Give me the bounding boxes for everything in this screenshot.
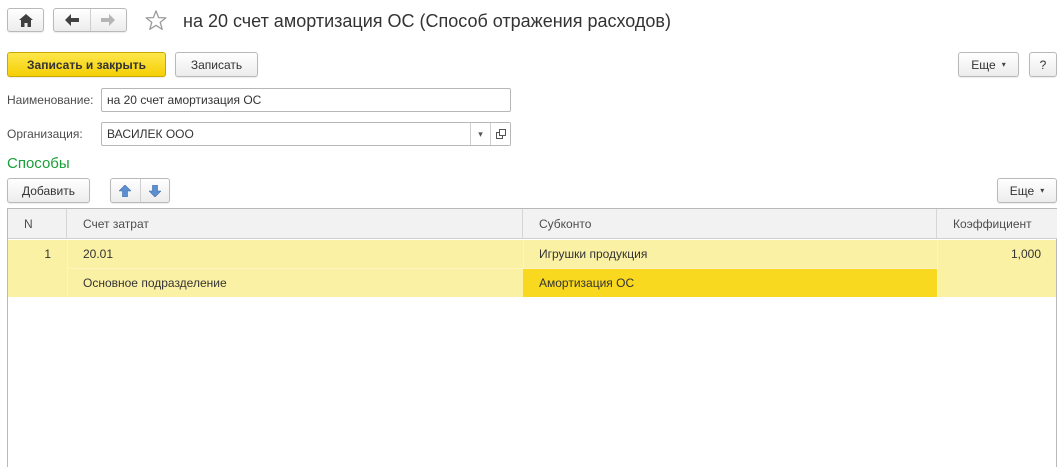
table-more-menu-label: Еще xyxy=(1009,183,1035,198)
nav-buttons xyxy=(53,8,127,32)
arrow-down-icon xyxy=(148,184,161,197)
column-header-expense-account[interactable]: Счет затрат xyxy=(67,209,523,239)
add-button[interactable]: Добавить xyxy=(7,178,90,203)
column-header-subconto[interactable]: Субконто xyxy=(523,209,937,239)
save-button[interactable]: Записать xyxy=(175,52,258,77)
name-field[interactable]: на 20 счет амортизация ОС xyxy=(101,88,511,112)
name-field-label: Наименование: xyxy=(7,93,94,107)
table-row[interactable]: 1 20.01 Игрушки продукция 1,000 Основное… xyxy=(8,240,1056,297)
cell-coefficient[interactable]: 1,000 xyxy=(937,240,1057,268)
methods-section-title: Способы xyxy=(7,155,70,172)
favorite-star-button[interactable] xyxy=(144,8,168,32)
move-up-button[interactable] xyxy=(111,179,141,202)
save-and-close-button[interactable]: Записать и закрыть xyxy=(7,52,166,77)
arrow-left-icon xyxy=(64,14,79,26)
move-buttons xyxy=(110,178,170,203)
organization-dropdown-button[interactable]: ▾ xyxy=(470,123,490,145)
back-button[interactable] xyxy=(54,9,91,31)
organization-open-button[interactable] xyxy=(490,123,510,145)
organization-field[interactable]: ВАСИЛЕК ООО ▾ xyxy=(101,122,511,146)
more-menu-button[interactable]: Еще ▾ xyxy=(958,52,1019,77)
column-header-n[interactable]: N xyxy=(8,209,67,239)
home-button[interactable] xyxy=(7,8,44,32)
dropdown-arrow-icon: ▾ xyxy=(478,128,483,139)
more-menu-label: Еще xyxy=(971,57,996,72)
page-title: на 20 счет амортизация ОС (Способ отраже… xyxy=(183,11,671,31)
help-button[interactable]: ? xyxy=(1029,52,1057,77)
cell-department[interactable]: Основное подразделение xyxy=(67,269,523,297)
table-more-menu-button[interactable]: Еще ▾ xyxy=(997,178,1057,203)
organization-field-label: Организация: xyxy=(7,127,83,141)
forward-button[interactable] xyxy=(91,9,126,31)
move-down-button[interactable] xyxy=(141,179,170,202)
star-icon xyxy=(145,9,167,30)
cell-subconto-2-selected[interactable]: Амортизация ОС xyxy=(523,269,937,297)
cell-n[interactable]: 1 xyxy=(8,240,67,268)
methods-table[interactable]: N Счет затрат Субконто Коэффициент 1 20.… xyxy=(7,208,1057,467)
column-header-coefficient[interactable]: Коэффициент xyxy=(937,209,1057,239)
dropdown-arrow-icon: ▾ xyxy=(1040,186,1045,195)
arrow-right-icon xyxy=(101,14,116,26)
open-window-icon xyxy=(495,129,506,139)
arrow-up-icon xyxy=(119,184,132,197)
dropdown-arrow-icon: ▾ xyxy=(1001,60,1006,69)
organization-value: ВАСИЛЕК ООО xyxy=(107,127,194,141)
cell-subconto-1[interactable]: Игрушки продукция xyxy=(523,240,937,268)
cell-expense-account[interactable]: 20.01 xyxy=(67,240,523,268)
home-icon xyxy=(18,13,33,27)
